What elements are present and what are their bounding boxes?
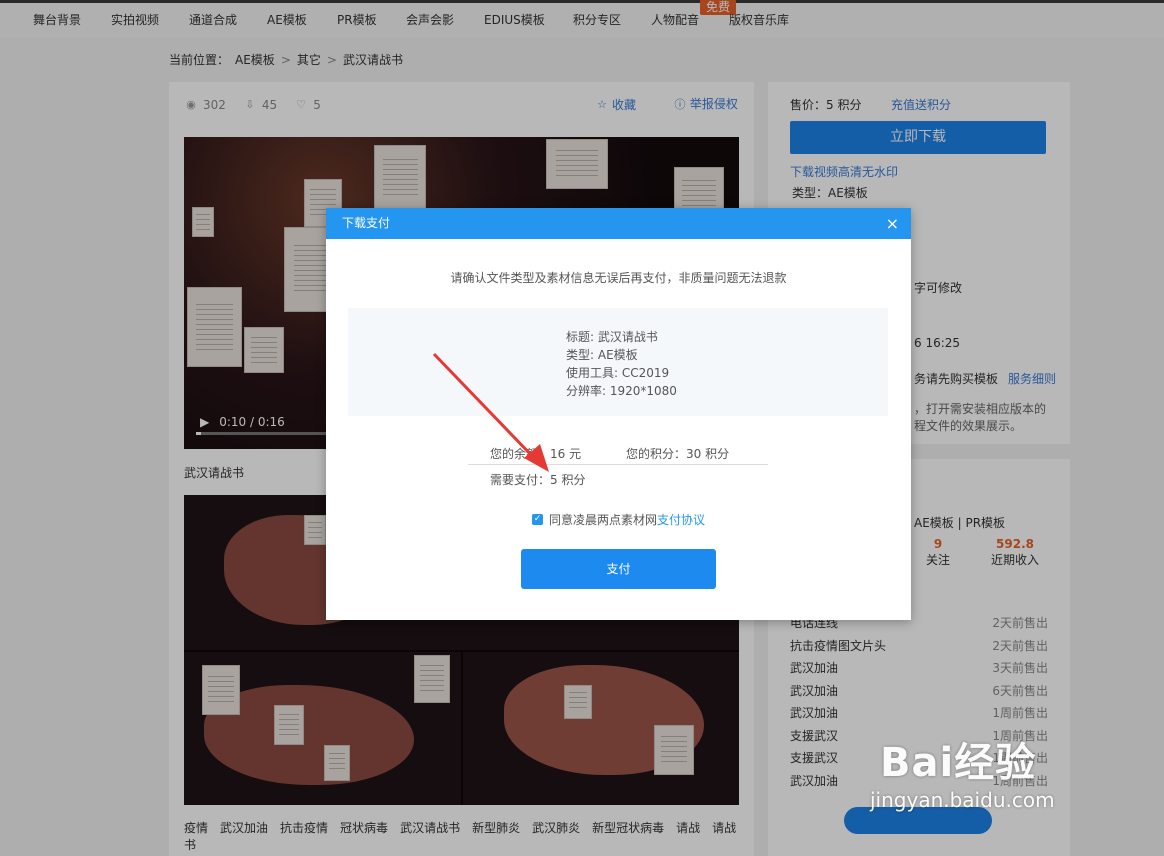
divider [468,464,768,465]
info-tool: 使用工具: CC2019 [566,366,670,380]
modal-header: 下载支付 × [326,208,911,239]
info-type: 类型: AE模板 [566,348,638,362]
agree-text: 同意凌晨两点素材网 [549,513,658,527]
payment-modal: 下载支付 × 请确认文件类型及素材信息无误后再支付，非质量问题无法退款 标题: … [326,208,911,620]
agreement-link[interactable]: 支付协议 [657,513,705,527]
info-title: 标题: 武汉请战书 [566,330,658,344]
agreement: ✓ 同意凌晨两点素材网支付协议 [532,511,705,528]
baidu-watermark: Bai经验 jingyan.baidu.com [870,730,1055,812]
watermark-url: jingyan.baidu.com [870,788,1055,812]
modal-notice: 请确认文件类型及素材信息无误后再支付，非质量问题无法退款 [450,271,787,285]
info-resolution: 分辨率: 1920*1080 [566,384,677,398]
balance-text: 您的余额：16 元 [490,447,582,461]
need-pay-text: 需要支付：5 积分 [490,473,586,487]
file-info-box: 标题: 武汉请战书 类型: AE模板 使用工具: CC2019 分辨率: 192… [348,308,888,416]
points-text: 您的积分：30 积分 [626,447,730,461]
close-icon[interactable]: × [886,208,899,239]
pay-button[interactable]: 支付 [521,549,716,589]
watermark-brand: Bai经验 [880,740,1037,786]
modal-title: 下载支付 [342,216,391,230]
agree-checkbox[interactable]: ✓ [532,514,543,525]
